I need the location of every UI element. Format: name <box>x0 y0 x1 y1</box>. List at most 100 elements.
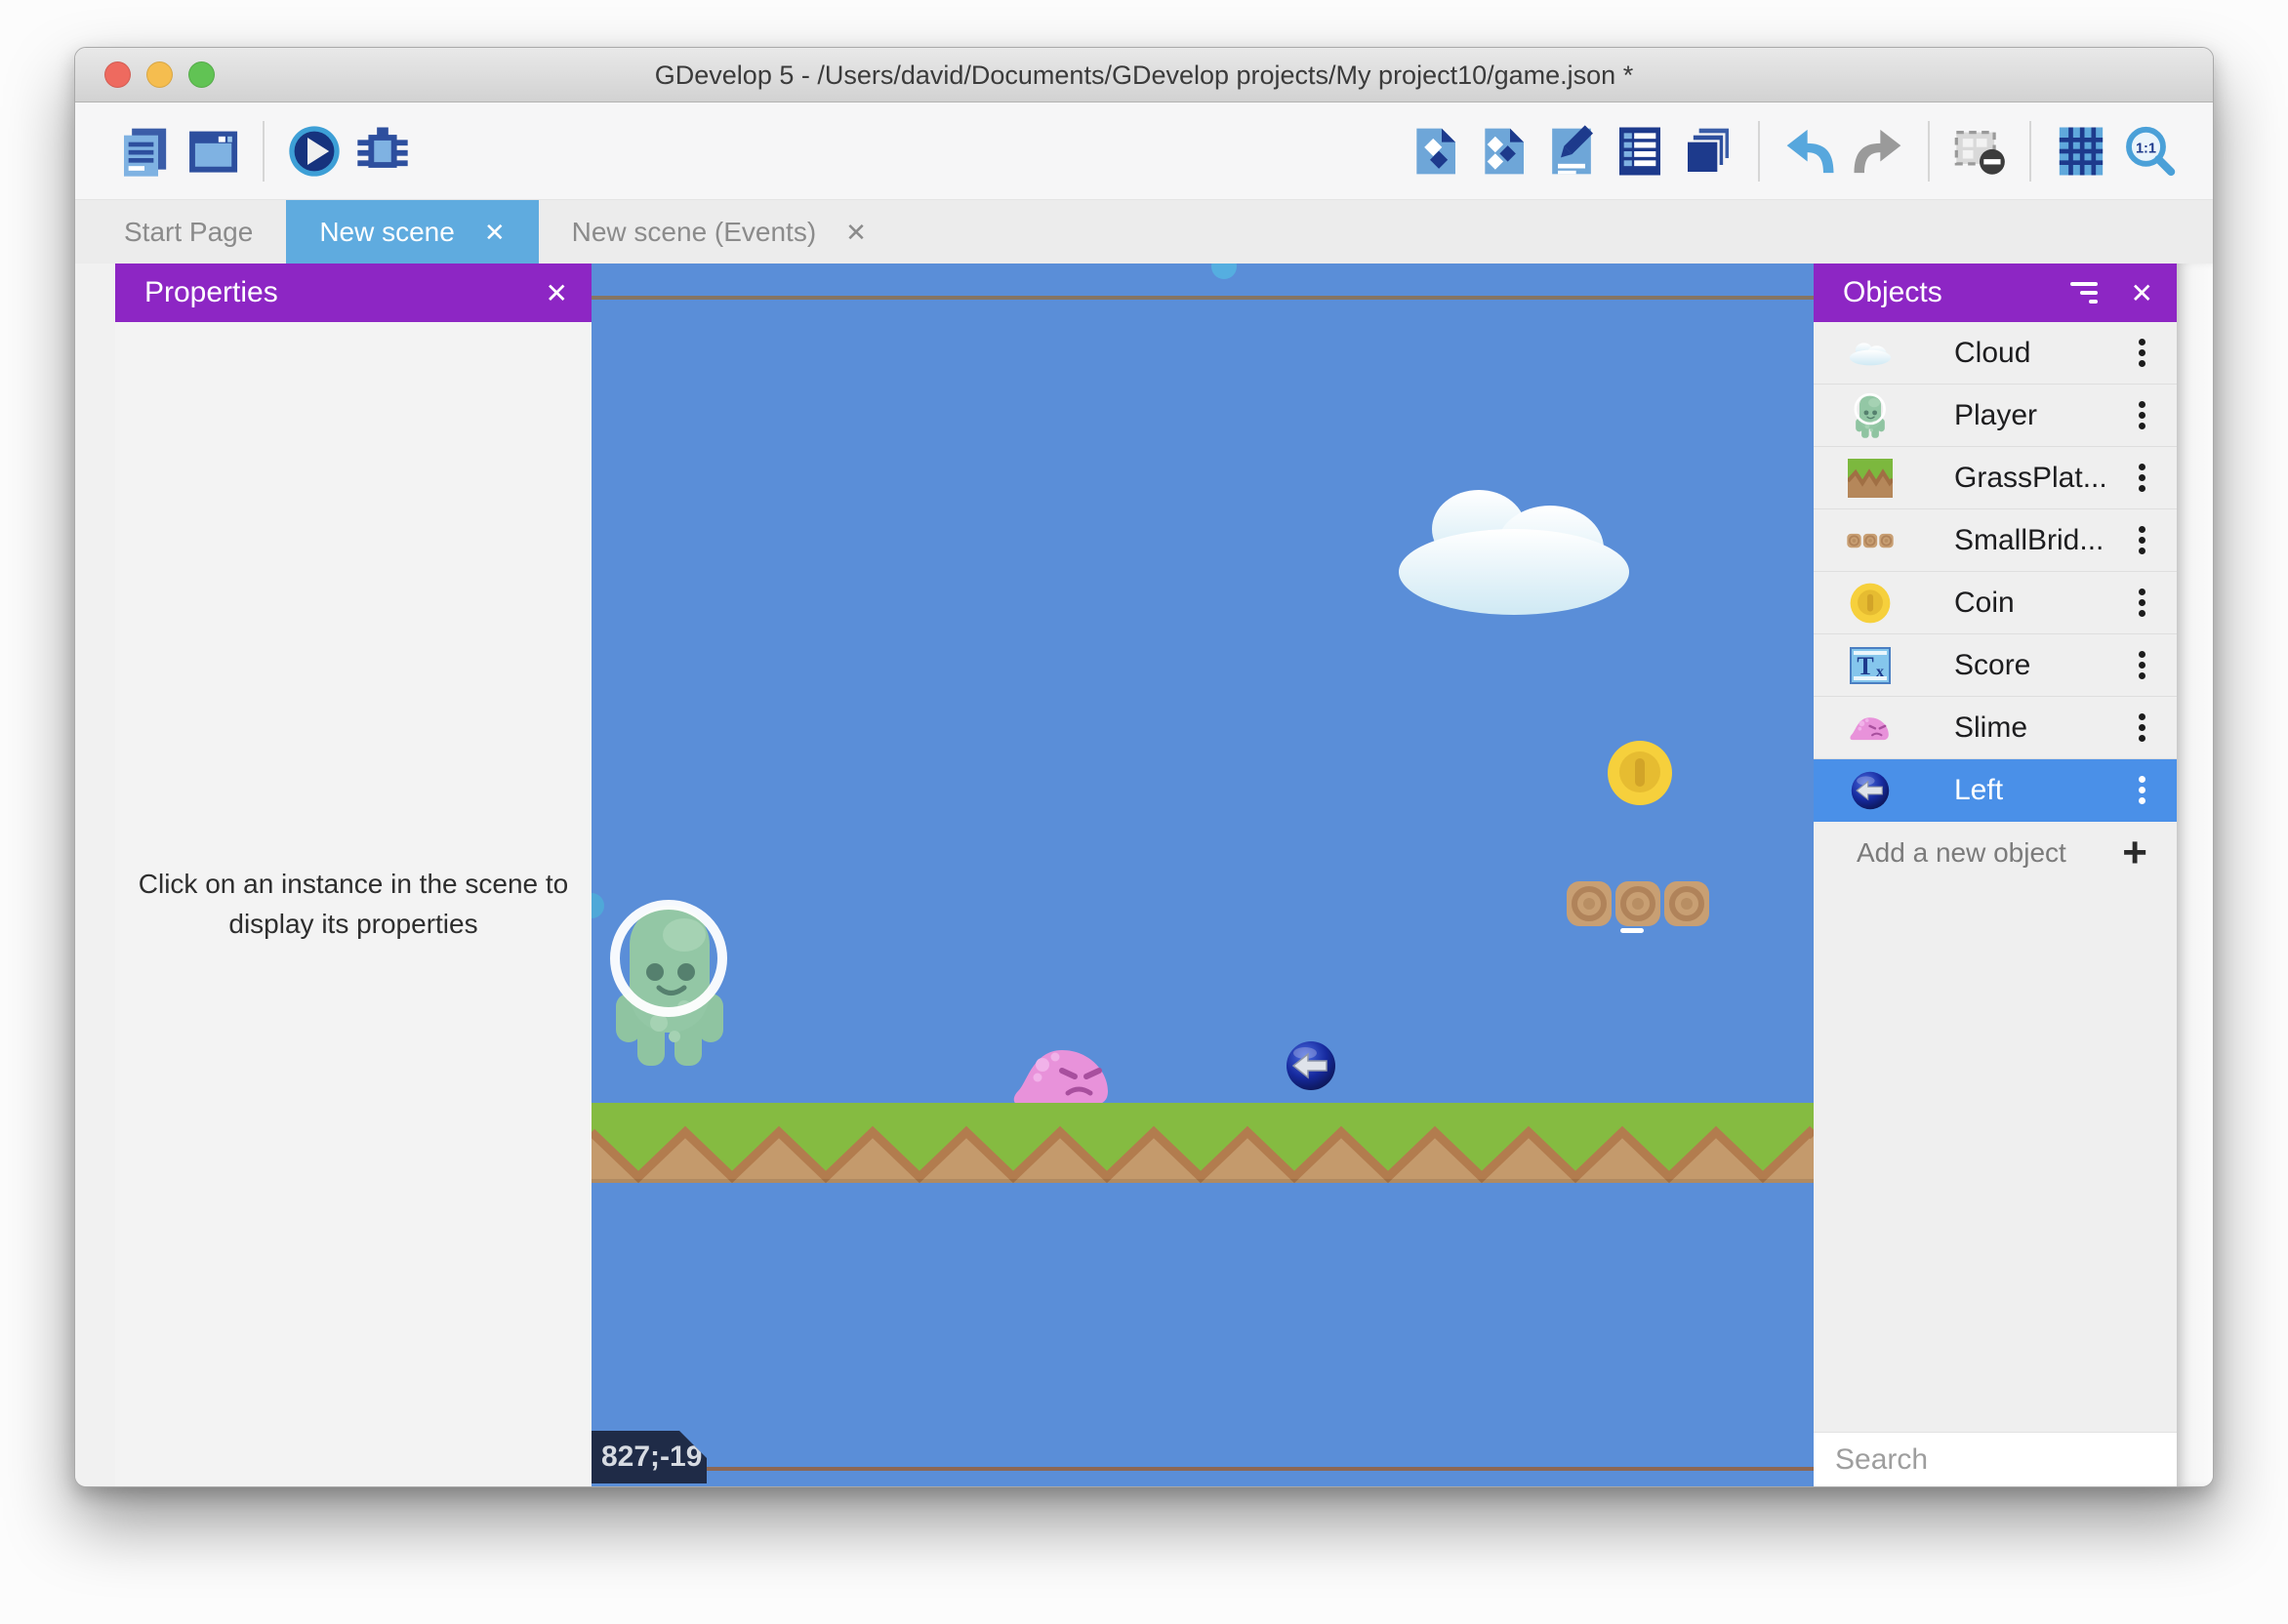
small-bridge-icon <box>1847 515 1894 566</box>
scene-bottom-boundary-line <box>592 1467 1814 1471</box>
left-gutter <box>75 264 115 1486</box>
close-tab-icon[interactable]: ✕ <box>484 220 506 245</box>
grass-platform-icon <box>1847 453 1894 504</box>
object-menu-button[interactable] <box>2132 647 2151 683</box>
player-icon <box>1847 390 1894 441</box>
plus-icon: + <box>2122 832 2147 874</box>
cursor-coordinates-badge: 827;-19 <box>592 1431 707 1483</box>
instances-list-button[interactable] <box>1612 123 1668 180</box>
object-row-left[interactable]: Left <box>1814 759 2177 822</box>
start-page-button[interactable] <box>184 123 241 180</box>
object-menu-button[interactable] <box>2132 772 2151 808</box>
scene-canvas[interactable]: 827;-19 <box>592 264 1814 1486</box>
main-content: Properties ✕ Click on an instance in the… <box>75 264 2213 1486</box>
window-titlebar: GDevelop 5 - /Users/david/Documents/GDev… <box>75 48 2213 102</box>
mask-disabled-icon <box>1952 124 2007 179</box>
close-tab-icon[interactable]: ✕ <box>845 220 867 245</box>
toolbar-separator <box>1928 121 1930 182</box>
properties-header: Properties ✕ <box>115 264 592 322</box>
object-menu-button[interactable] <box>2132 397 2151 433</box>
player-instance-selected[interactable] <box>608 898 731 1069</box>
play-button[interactable] <box>286 123 343 180</box>
filter-icon[interactable] <box>2070 277 2098 308</box>
svg-text:T: T <box>1857 652 1873 680</box>
properties-panel: Properties ✕ Click on an instance in the… <box>115 264 592 1486</box>
edit-pencil-icon <box>1544 124 1599 179</box>
object-row-score[interactable]: T x Score <box>1814 634 2177 697</box>
object-menu-button[interactable] <box>2132 585 2151 621</box>
toggle-mask-button[interactable] <box>1951 123 2008 180</box>
small-bridge-instance[interactable] <box>1566 880 1710 927</box>
play-icon <box>287 124 342 179</box>
tab-new-scene-events[interactable]: New scene (Events) ✕ <box>539 200 900 264</box>
window-title: GDevelop 5 - /Users/david/Documents/GDev… <box>75 48 2213 102</box>
close-icon[interactable]: ✕ <box>2131 277 2153 309</box>
toolbar-separator <box>1758 121 1760 182</box>
tab-bar: Start Page New scene ✕ New scene (Events… <box>75 200 2213 264</box>
toolbar-separator <box>2029 121 2031 182</box>
object-groups-icon <box>1476 124 1531 179</box>
add-new-object-button[interactable]: Add a new object + <box>1814 822 2177 884</box>
object-row-slime[interactable]: Slime <box>1814 697 2177 759</box>
properties-title: Properties <box>144 276 546 309</box>
project-manager-button[interactable] <box>116 123 173 180</box>
redo-button[interactable] <box>1850 123 1906 180</box>
debug-bug-icon <box>355 124 410 179</box>
close-icon[interactable]: ✕ <box>546 277 568 309</box>
bridge-mark <box>1620 928 1644 933</box>
text-object-icon: T x <box>1847 640 1894 691</box>
tab-new-scene[interactable]: New scene ✕ <box>286 200 538 264</box>
layers-button[interactable] <box>1680 123 1736 180</box>
undo-button[interactable] <box>1781 123 1838 180</box>
object-menu-button[interactable] <box>2132 335 2151 371</box>
coin-icon <box>1847 578 1894 629</box>
object-groups-button[interactable] <box>1475 123 1532 180</box>
object-row-player[interactable]: Player <box>1814 385 2177 447</box>
grid-icon <box>2054 124 2108 179</box>
zoom-1-1-icon: 1:1 <box>2122 124 2177 179</box>
debug-button[interactable] <box>354 123 411 180</box>
layers-icon <box>1681 124 1736 179</box>
objects-list: Cloud Player Grass <box>1814 322 2177 822</box>
properties-empty-message: Click on an instance in the scene to dis… <box>136 865 571 944</box>
objects-search-bar <box>1814 1432 2177 1486</box>
tab-start-page[interactable]: Start Page <box>91 200 286 264</box>
toolbar-separator <box>263 121 265 182</box>
coin-instance[interactable] <box>1607 740 1673 806</box>
gdevelop-window: GDevelop 5 - /Users/david/Documents/GDev… <box>74 47 2214 1487</box>
grass-platform-instance[interactable] <box>592 1103 1814 1183</box>
object-menu-button[interactable] <box>2132 710 2151 746</box>
objects-panel-spacer <box>1814 884 2177 1432</box>
scene-properties-button[interactable] <box>1543 123 1600 180</box>
main-toolbar: 1:1 <box>75 102 2213 200</box>
object-icon <box>1408 124 1462 179</box>
tab-label: New scene <box>319 217 455 248</box>
instances-list-icon <box>1613 124 1667 179</box>
object-menu-button[interactable] <box>2132 522 2151 558</box>
scene-handle-dot-top[interactable] <box>1211 264 1237 279</box>
slime-instance[interactable] <box>1013 1042 1113 1107</box>
zoom-reset-button[interactable]: 1:1 <box>2121 123 2178 180</box>
slime-icon <box>1847 703 1894 753</box>
toolbar-left-group <box>116 121 411 182</box>
object-row-coin[interactable]: Coin <box>1814 572 2177 634</box>
objects-panel: Objects ✕ Cloud Player <box>1814 264 2177 1486</box>
object-row-cloud[interactable]: Cloud <box>1814 322 2177 385</box>
left-arrow-ball-icon <box>1847 765 1894 816</box>
scene-handle-dot-left[interactable] <box>592 893 604 918</box>
search-input[interactable] <box>1833 1442 2214 1478</box>
objects-header: Objects ✕ <box>1814 264 2177 322</box>
object-menu-button[interactable] <box>2132 460 2151 496</box>
window-icon <box>185 124 240 179</box>
object-row-grassplatform[interactable]: GrassPlat... <box>1814 447 2177 509</box>
cloud-instance[interactable] <box>1389 478 1639 617</box>
left-button-instance[interactable] <box>1286 1040 1336 1091</box>
toolbar-right-group: 1:1 <box>1407 121 2178 182</box>
project-manager-icon <box>117 124 172 179</box>
svg-text:1:1: 1:1 <box>2136 141 2156 156</box>
object-row-smallbridge[interactable]: SmallBrid... <box>1814 509 2177 572</box>
properties-body: Click on an instance in the scene to dis… <box>115 322 592 1486</box>
svg-text:x: x <box>1876 664 1884 680</box>
add-object-button[interactable] <box>1407 123 1463 180</box>
toggle-grid-button[interactable] <box>2053 123 2109 180</box>
